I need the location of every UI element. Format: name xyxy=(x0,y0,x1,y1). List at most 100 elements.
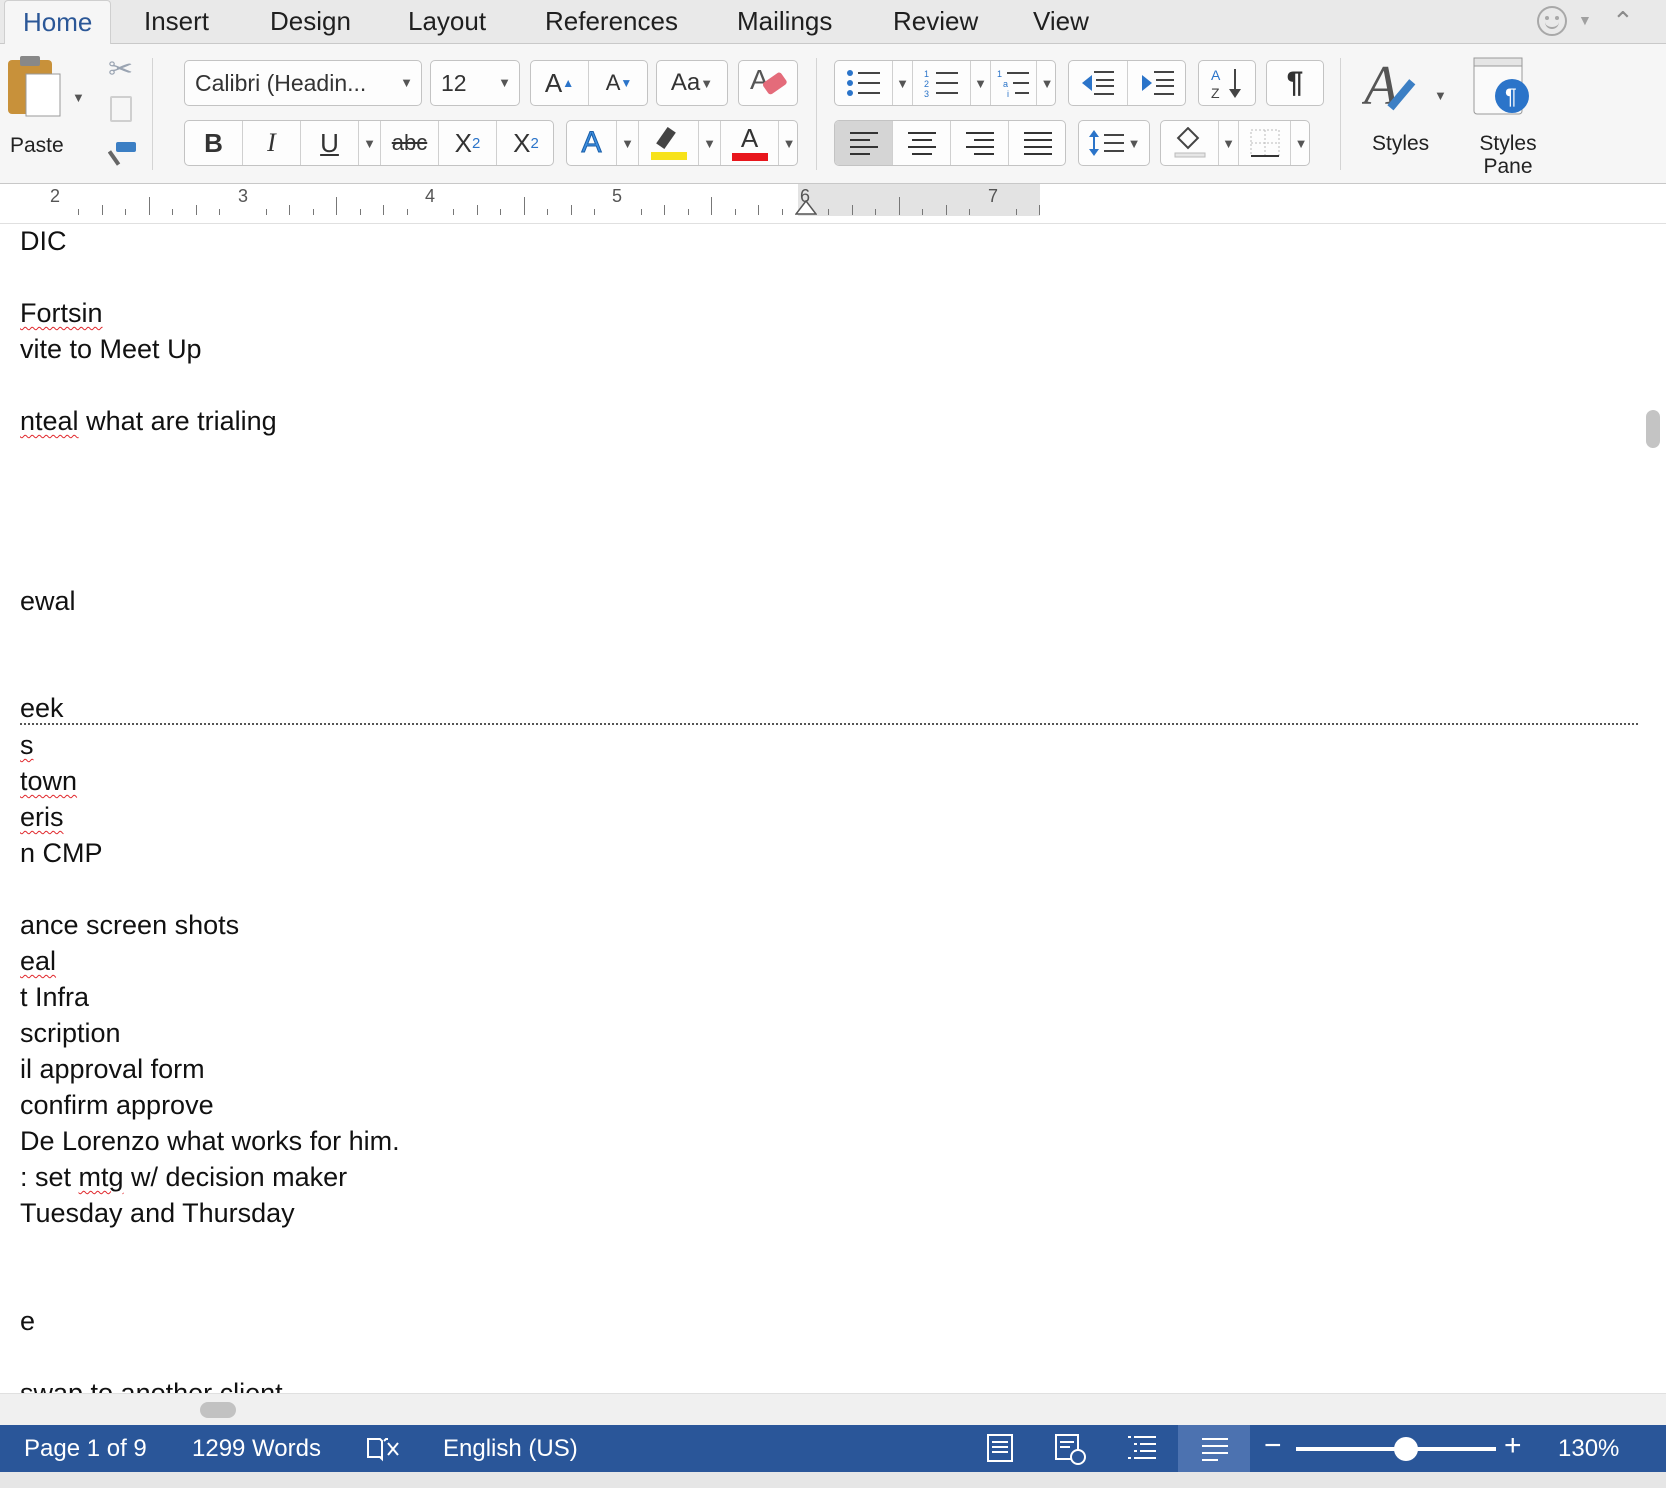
tab-references[interactable]: References xyxy=(545,6,678,37)
word-count[interactable]: 1299 Words xyxy=(192,1435,321,1463)
ruler-tick xyxy=(101,205,103,215)
tab-insert[interactable]: Insert xyxy=(144,6,209,37)
document-line: n CMP xyxy=(20,838,103,868)
clear-formatting-icon: A xyxy=(750,64,787,95)
tab-layout[interactable]: Layout xyxy=(408,6,486,37)
align-left-icon[interactable] xyxy=(835,121,893,165)
document-line: DIC xyxy=(20,230,67,256)
language-indicator[interactable]: English (US) xyxy=(443,1435,578,1463)
proofing-book-icon[interactable] xyxy=(366,1435,400,1463)
page-count[interactable]: Page 1 of 9 xyxy=(24,1435,147,1463)
text-effects-icon[interactable]: A xyxy=(567,121,617,165)
horizontal-scrollbar[interactable] xyxy=(0,1393,1666,1425)
svg-text:A: A xyxy=(750,64,769,95)
numbering-caret-icon[interactable]: ▼ xyxy=(971,61,991,105)
font-size-value: 12 xyxy=(441,69,467,96)
underline-button[interactable]: U xyxy=(301,121,359,165)
italic-button[interactable]: I xyxy=(243,121,301,165)
pilcrow-icon: ¶ xyxy=(1286,66,1304,99)
bullets-caret-icon[interactable]: ▼ xyxy=(893,61,913,105)
tab-home[interactable]: Home xyxy=(4,0,112,45)
align-right-icon[interactable] xyxy=(951,121,1009,165)
multilevel-caret-icon[interactable]: ▼ xyxy=(1037,61,1057,105)
zoom-level[interactable]: 130% xyxy=(1558,1435,1619,1463)
highlight-caret-icon[interactable]: ▼ xyxy=(699,121,721,165)
decrease-indent-icon[interactable] xyxy=(1069,61,1128,105)
indent-group xyxy=(1068,60,1186,106)
font-name-caret-icon: ▼ xyxy=(400,75,413,90)
show-formatting-marks-button[interactable]: ¶ xyxy=(1266,60,1324,106)
underline-caret-icon[interactable]: ▼ xyxy=(359,121,381,165)
horizontal-ruler[interactable]: 2 3 4 5 6 7 xyxy=(0,184,1666,224)
copy-icon[interactable] xyxy=(110,96,132,122)
cut-icon[interactable]: ✂ xyxy=(108,52,133,87)
styles-button[interactable]: A ▼ Styles xyxy=(1358,52,1458,162)
tab-review[interactable]: Review xyxy=(893,6,978,37)
feedback-smiley-icon[interactable] xyxy=(1537,6,1567,36)
grow-font-icon[interactable]: A ▲ xyxy=(531,61,589,105)
misspelled-word[interactable]: mtg xyxy=(79,1162,124,1192)
clear-formatting-button[interactable]: A xyxy=(738,60,798,106)
borders-icon[interactable] xyxy=(1239,121,1291,165)
sort-button[interactable]: AZ xyxy=(1198,60,1256,106)
subscript-button[interactable]: X2 xyxy=(439,121,497,165)
vertical-scrollbar-thumb[interactable] xyxy=(1646,410,1660,448)
outline-view-icon[interactable] xyxy=(1126,1433,1158,1461)
font-color-caret-icon[interactable]: ▼ xyxy=(779,121,799,165)
web-layout-view-icon[interactable] xyxy=(1054,1433,1088,1465)
shrink-font-icon[interactable]: A ▼ xyxy=(589,61,649,105)
zoom-out-button[interactable]: − xyxy=(1264,1429,1282,1463)
misspelled-word[interactable]: nteal xyxy=(20,406,79,436)
paste-caret-icon[interactable]: ▼ xyxy=(72,90,85,105)
font-size-dropdown[interactable]: 12 ▼ xyxy=(430,60,520,106)
svg-text:A: A xyxy=(1211,67,1221,83)
increase-indent-icon[interactable] xyxy=(1128,61,1187,105)
styles-pane-button[interactable]: ¶ Styles Pane xyxy=(1462,52,1554,178)
draft-view-button[interactable] xyxy=(1178,1425,1250,1472)
text-effects-caret-icon[interactable]: ▼ xyxy=(617,121,639,165)
zoom-slider-thumb[interactable] xyxy=(1394,1437,1418,1461)
document-line: nteal what are trialing xyxy=(20,406,277,437)
superscript-button[interactable]: X2 xyxy=(497,121,555,165)
svg-text:i: i xyxy=(1007,89,1009,98)
ruler-tick xyxy=(148,197,150,215)
borders-caret-icon[interactable]: ▼ xyxy=(1291,121,1311,165)
font-color-button[interactable]: A xyxy=(721,121,779,165)
shading-caret-icon[interactable]: ▼ xyxy=(1219,121,1239,165)
ribbon-separator xyxy=(152,58,153,170)
tab-view[interactable]: View xyxy=(1033,6,1089,37)
bold-button[interactable]: B xyxy=(185,121,243,165)
tab-mailings[interactable]: Mailings xyxy=(737,6,832,37)
strikethrough-button[interactable]: abc xyxy=(381,121,439,165)
ruler-tick xyxy=(359,209,361,215)
line-spacing-button[interactable]: ▼ xyxy=(1078,120,1150,166)
svg-text:¶: ¶ xyxy=(1505,84,1517,109)
highlight-button[interactable] xyxy=(639,121,699,165)
multilevel-list-icon[interactable]: 1ai xyxy=(991,61,1037,105)
horizontal-scrollbar-thumb[interactable] xyxy=(200,1402,236,1418)
justify-icon[interactable] xyxy=(1009,121,1067,165)
collapse-ribbon-icon[interactable]: ⌃ xyxy=(1612,6,1634,37)
align-center-icon[interactable] xyxy=(893,121,951,165)
bullets-icon[interactable] xyxy=(835,61,893,105)
document-body[interactable]: DIC Fortsin vite to Meet Up nteal what a… xyxy=(0,230,1640,1393)
zoom-in-button[interactable]: + xyxy=(1504,1429,1522,1463)
right-indent-marker-icon[interactable] xyxy=(795,200,817,216)
numbering-icon[interactable]: 123 xyxy=(913,61,971,105)
svg-text:1: 1 xyxy=(924,69,929,79)
change-case-button[interactable]: Aa ▼ xyxy=(656,60,728,106)
svg-text:1: 1 xyxy=(997,69,1002,79)
line-text: w/ decision maker xyxy=(123,1162,348,1192)
ruler-tick xyxy=(219,209,221,215)
format-painter-icon[interactable] xyxy=(107,140,140,175)
print-layout-view-icon[interactable] xyxy=(986,1433,1014,1463)
tab-design[interactable]: Design xyxy=(270,6,351,37)
paste-icon xyxy=(8,56,61,117)
font-name-dropdown[interactable]: Calibri (Headin... ▼ xyxy=(184,60,422,106)
shading-icon[interactable] xyxy=(1161,121,1219,165)
ruler-tick xyxy=(78,209,80,215)
feedback-caret-icon[interactable]: ▼ xyxy=(1578,12,1592,28)
document-line: confirm approve xyxy=(20,1090,214,1120)
ruler-tick xyxy=(500,209,502,215)
paste-button[interactable]: ▼ Paste xyxy=(6,54,90,158)
